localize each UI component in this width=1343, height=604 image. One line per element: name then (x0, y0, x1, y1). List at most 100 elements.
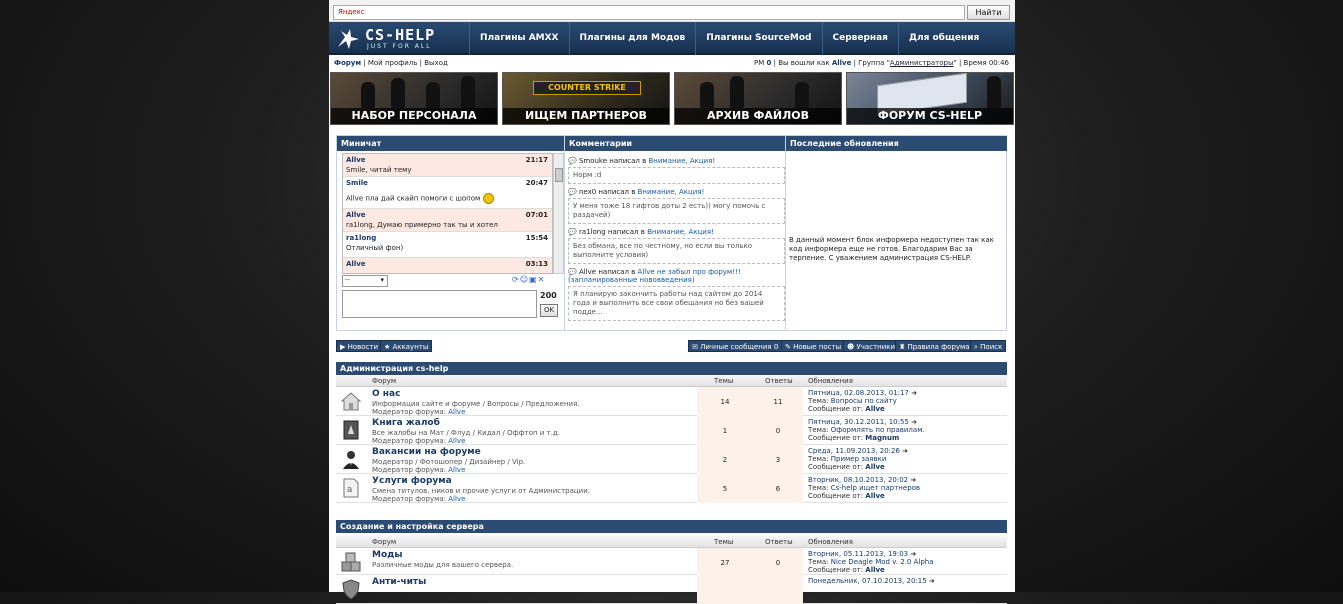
user-bar: Форум | Мой профиль | Выход PM 0 | Вы во… (334, 59, 1009, 67)
page: Яндекс Найти CS-HELP JUST FOR ALL Плагин… (329, 0, 1015, 604)
username-link[interactable]: Allve (832, 59, 852, 67)
house-icon (340, 392, 362, 411)
tools-icon[interactable]: ✕ (538, 275, 546, 284)
logout-link[interactable]: Выход (424, 59, 448, 67)
topics-count: 5 (722, 485, 728, 493)
refresh-icon[interactable]: ⟳ (512, 275, 520, 284)
chat-time: 20:47 (525, 179, 548, 187)
comment-header: 💬 nex0 написал в Внимание, Акция! (568, 188, 705, 196)
sad-smiley-icon (482, 193, 494, 204)
category-title[interactable]: Создание и настройка сервера (336, 520, 1007, 533)
agent-icon (343, 451, 359, 469)
chat-message: Allve 07:01 ra1long, Думаю примерно так … (343, 209, 552, 232)
accounts-button[interactable]: ★ Аккаунты (380, 340, 433, 352)
forum-name[interactable]: О нас (372, 389, 400, 399)
minichat-header: Миничат (337, 136, 564, 151)
forum-row: a Услуги форума Смена титулов, ников и п… (336, 474, 1007, 503)
news-button[interactable]: ▶ Новости (336, 340, 383, 352)
forum-desc: Информация сайте и форуме / Вопросы / Пр… (372, 400, 580, 408)
chat-message: Allve 21:17 Smile, читай тему (343, 154, 552, 177)
forum-name[interactable]: Анти-читы (372, 577, 426, 587)
private-messages-button[interactable]: ✉ Личные сообщения 0 (688, 340, 783, 352)
counter-strike-logo: COUNTER STRIKE (533, 81, 641, 95)
forum-name[interactable]: Моды (372, 550, 403, 560)
shield-icon (342, 579, 360, 600)
column-headers: Форум Темы Ответы Обновления (336, 536, 1007, 548)
last-update: Среда, 11.09.2013, 20:26 ➜ Тема: Пример з… (808, 447, 909, 471)
comment-body: Норм :d (568, 167, 785, 184)
search-button[interactable]: Найти (967, 5, 1010, 20)
chat-scrollbar[interactable] (553, 153, 564, 274)
forum-moderator: Модератор форума: Allve (372, 408, 466, 416)
smile-icon[interactable]: ☺ (520, 275, 529, 284)
logo-title: CS-HELP (365, 26, 436, 44)
banner-archive-label: АРХИВ ФАЙЛОВ (675, 108, 841, 124)
book-icon (343, 420, 359, 440)
forum-name[interactable]: Вакансии на форуме (372, 447, 481, 457)
forum-rules-button[interactable]: ♜ Правила форума (895, 340, 974, 352)
search-forum-button[interactable]: ⌕ Поиск (970, 340, 1007, 352)
chat-message-input[interactable] (342, 290, 537, 318)
replies-count: 6 (775, 485, 781, 493)
nav-item-amxx[interactable]: Плагины AMXX (469, 22, 569, 55)
minichat-messages[interactable]: Allve 21:17 Smile, читай тему Smile 20:4… (342, 153, 553, 274)
comment-link[interactable]: Внимание, Акция! (647, 228, 714, 236)
forum-name[interactable]: Услуги форума (372, 476, 452, 486)
new-posts-button[interactable]: ✎ Новые посты (781, 340, 846, 352)
chat-author[interactable]: Allve (346, 211, 366, 219)
chat-author[interactable]: Smile (346, 179, 368, 187)
forum-desc: Смена титулов, ников и прочие услуги от … (372, 487, 591, 495)
site-logo[interactable]: CS-HELP JUST FOR ALL (335, 26, 461, 52)
chat-author[interactable]: Allve (346, 156, 366, 164)
logo-slogan: JUST FOR ALL (367, 43, 432, 50)
members-button[interactable]: ☻ Участники (843, 340, 900, 352)
comments-list: 💬 Smouke написал в Внимание, Акция! Норм… (568, 153, 785, 331)
group-link[interactable]: Администраторы (890, 59, 954, 67)
chat-char-count: 200 (540, 291, 557, 300)
category-title[interactable]: Администрация cs-help (336, 362, 1007, 375)
smiley-select[interactable]: -- ▾ (342, 275, 388, 287)
chat-author[interactable]: ra1long (346, 234, 376, 242)
chat-tools: ⟳☺▣✕ (512, 275, 545, 284)
search-input[interactable]: Яндекс (333, 5, 965, 20)
profile-link[interactable]: Мой профиль (368, 59, 418, 67)
banner-archive[interactable]: АРХИВ ФАЙЛОВ (674, 72, 842, 125)
banner-forum-label: ФОРУМ CS-HELP (847, 108, 1013, 124)
nav-item-mod-plugins[interactable]: Плагины для Модов (568, 22, 696, 55)
nav-item-sourcemod[interactable]: Плагины SourceMod (695, 22, 821, 55)
banner-staff[interactable]: НАБОР ПЕРСОНАЛА (330, 72, 498, 125)
forum-name[interactable]: Книга жалоб (372, 418, 440, 428)
topics-count: 2 (722, 456, 728, 464)
replies-count: 0 (775, 559, 781, 567)
updates-header: Последние обновления (786, 136, 1007, 151)
comment-link[interactable]: Внимание, Акция! (648, 157, 715, 165)
banner-partners[interactable]: COUNTER STRIKE ИЩЕМ ПАРТНЕРОВ (502, 72, 670, 125)
column-headers: Форум Темы Ответы Обновления (336, 375, 1007, 387)
nav-item-chat[interactable]: Для общения (897, 22, 989, 55)
comment-link[interactable]: Внимание, Акция! (638, 188, 705, 196)
topics-count: 1 (722, 427, 728, 435)
forum-desc: Модератор / Фотошопер / Дизайнер / Vip. (372, 458, 526, 466)
chat-time: 07:01 (525, 211, 548, 219)
chat-send-button[interactable]: OK (540, 304, 558, 317)
archive-icon[interactable]: ▣ (529, 275, 538, 284)
chat-author[interactable]: Allve (346, 260, 366, 268)
info-blocks: Миничат Комментарии Последние обновления… (336, 135, 1007, 331)
pm-count[interactable]: 0 (767, 59, 772, 67)
last-update: Вторник, 08.10.2013, 20:02 ➜ Тема: Cs-hel… (808, 476, 921, 500)
chat-text: Allve пла дай скайп помоги с шопом (346, 194, 481, 203)
nav-item-server[interactable]: Серверная (821, 22, 898, 55)
forum-row: Книга жалоб Все жалобы на Мат / Флуд / К… (336, 416, 1007, 445)
last-update: Пятница, 02.08.2013, 01:17 ➜ Тема: Вопрос… (808, 389, 917, 413)
boxes-icon (341, 552, 361, 572)
chat-message: Smile 20:47 Allve пла дай скайп помоги с… (343, 177, 552, 209)
category-server-setup: Создание и настройка сервера Форум Темы От… (336, 520, 1007, 604)
banner-row: НАБОР ПЕРСОНАЛА COUNTER STRIKE ИЩЕМ ПАРТ… (330, 72, 1014, 126)
chat-text: Отличный фон) (346, 244, 404, 252)
topics-count: 27 (720, 559, 730, 567)
comment-body: Без обмана, все по честному, но если вы … (568, 238, 785, 264)
banner-forum[interactable]: ФОРУМ CS-HELP (846, 72, 1014, 125)
forum-link[interactable]: Форум (334, 59, 361, 67)
forum-moderator: Модератор форума: Allve (372, 495, 466, 503)
chat-message: ra1long 15:54 Отличный фон) (343, 232, 552, 258)
